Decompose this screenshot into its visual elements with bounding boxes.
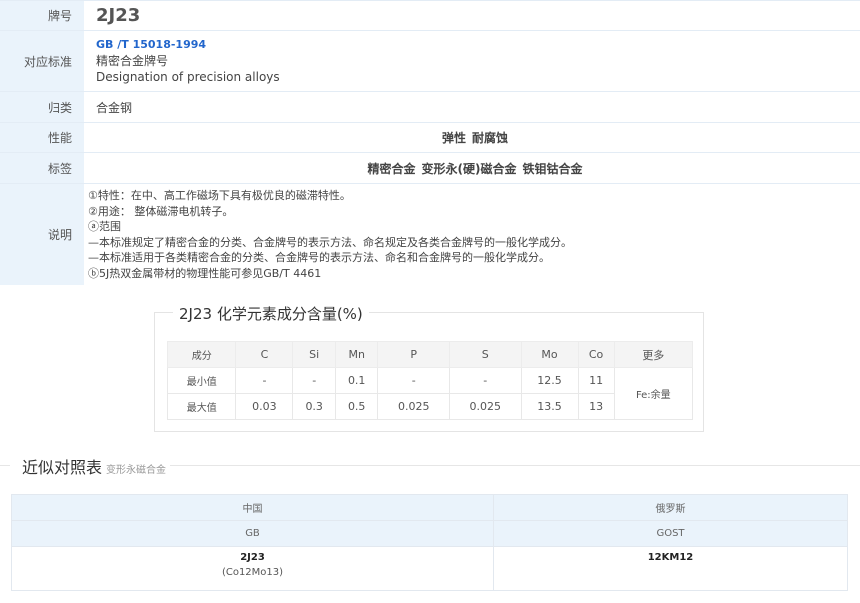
composition-min-row: 最小值 - - 0.1 - - 12.5 11 Fe:余量: [166, 367, 694, 420]
standard-row: GB GOST: [11, 520, 848, 547]
composition-cell: -: [292, 367, 336, 394]
standard-code-link[interactable]: GB /T 15018-1994: [96, 37, 860, 53]
brand-label: 牌号: [0, 1, 84, 30]
composition-more-header[interactable]: 更多: [613, 341, 694, 368]
composition-table: 成分 C Si Mn P S Mo Co 更多 最小值 - - 0.1 - - …: [166, 341, 694, 420]
grade-cell[interactable]: 12KM12: [493, 546, 848, 591]
grade-row: 2J23 (Co12Mo13) 12KM12: [11, 546, 848, 591]
composition-cell: 11: [577, 367, 615, 394]
composition-cell: 0.3: [292, 393, 336, 420]
composition-cell: 0.025: [448, 393, 522, 420]
grade-cell[interactable]: 2J23 (Co12Mo13): [11, 546, 494, 591]
composition-header-cell: Co: [577, 341, 615, 368]
composition-cell: 13: [577, 393, 615, 420]
description-line: ②用途： 整体磁滞电机转子。: [88, 204, 234, 218]
composition-max-row: 最大值 0.03 0.3 0.5 0.025 0.025 13.5 13: [166, 393, 693, 420]
composition-cell: -: [448, 367, 522, 394]
composition-cell: -: [377, 367, 450, 394]
comparison-section-title: 近似对照表 变形永磁合金: [22, 454, 166, 478]
grade-sub: (Co12Mo13): [221, 567, 284, 578]
comparison-table: 中国 俄罗斯 GB GOST 2J23 (Co12Mo13) 12KM12: [11, 494, 848, 591]
info-table: 牌号 2J23 对应标准 GB /T 15018-1994 精密合金牌号 Des…: [0, 0, 860, 285]
tag-item[interactable]: 变形永(硬)磁合金: [422, 160, 517, 177]
comparison-subtitle: 变形永磁合金: [106, 465, 167, 476]
standard-cell: GB: [11, 520, 494, 547]
property-row: 性能 弹性 耐腐蚀: [0, 123, 860, 153]
composition-header-cell: Mn: [334, 341, 379, 368]
composition-more-cell: Fe:余量: [613, 367, 694, 420]
grade-name[interactable]: 2J23: [13, 552, 492, 563]
description-line: ⓑ5J热双金属带材的物理性能可参见GB/T 4461: [88, 266, 322, 280]
comparison-title: 近似对照表: [22, 458, 103, 477]
composition-header-cell: S: [448, 341, 522, 368]
composition-header-cell: P: [377, 341, 450, 368]
composition-header-row: 成分 C Si Mn P S Mo Co 更多: [166, 341, 694, 368]
tag-item[interactable]: 精密合金: [367, 160, 415, 177]
description-line: —本标准适用于各类精密合金的分类、合金牌号的表示方法、命名和合金牌号的一般化学成…: [88, 251, 550, 264]
composition-header-cell: 成分: [166, 341, 237, 368]
grade-name[interactable]: 12KM12: [495, 552, 846, 563]
property-tag[interactable]: 耐腐蚀: [472, 129, 508, 146]
composition-cell: 0.025: [377, 393, 450, 420]
composition-title: 2J23 化学元素成分含量(%): [173, 303, 369, 324]
composition-card: 2J23 化学元素成分含量(%) 成分 C Si Mn P S Mo Co 更多…: [154, 303, 704, 432]
standard-cell: GOST: [493, 520, 848, 547]
composition-header-cell: Mo: [520, 341, 579, 368]
standard-name-en: Designation of precision alloys: [96, 70, 280, 84]
description-line: —本标准规定了精密合金的分类、合金牌号的表示方法、命名规定及各类合金牌号的一般化…: [88, 235, 572, 249]
country-cell: 俄罗斯: [493, 494, 848, 521]
property-tag[interactable]: 弹性: [442, 129, 466, 146]
composition-cell: 0.1: [334, 367, 379, 394]
composition-header-cell: Si: [292, 341, 336, 368]
tag-row: 标签 精密合金 变形永(硬)磁合金 铁钼钴合金: [0, 153, 860, 184]
standard-label: 对应标准: [0, 31, 84, 91]
description-label: 说明: [0, 184, 84, 285]
composition-header-cell: C: [235, 341, 294, 368]
description-line: ⓐ范围: [88, 220, 121, 233]
tag-item[interactable]: 铁钼钴合金: [522, 160, 582, 177]
standard-row: 对应标准 GB /T 15018-1994 精密合金牌号 Designation…: [0, 31, 860, 92]
description-line: ①特性：在中、高工作磁场下具有极优良的磁滞特性。: [88, 189, 351, 202]
composition-cell: 13.5: [520, 393, 579, 420]
composition-row-label: 最大值: [166, 393, 237, 420]
category-label: 归类: [0, 92, 84, 122]
composition-cell: -: [235, 367, 294, 394]
brand-row: 牌号 2J23: [0, 1, 860, 31]
country-row: 中国 俄罗斯: [11, 494, 848, 521]
composition-cell: 0.5: [334, 393, 379, 420]
category-value: 合金钢: [96, 100, 133, 115]
tag-label: 标签: [0, 153, 84, 183]
category-row: 归类 合金钢: [0, 92, 860, 123]
composition-row-label: 最小值: [166, 367, 237, 394]
brand-value: 2J23: [96, 5, 141, 26]
property-label: 性能: [0, 123, 84, 152]
description-row: 说明 ①特性：在中、高工作磁场下具有极优良的磁滞特性。 ②用途： 整体磁滞电机转…: [0, 184, 860, 285]
composition-cell: 12.5: [520, 367, 579, 394]
composition-cell: 0.03: [235, 393, 294, 420]
country-cell: 中国: [11, 494, 494, 521]
standard-name-cn: 精密合金牌号: [96, 54, 169, 68]
